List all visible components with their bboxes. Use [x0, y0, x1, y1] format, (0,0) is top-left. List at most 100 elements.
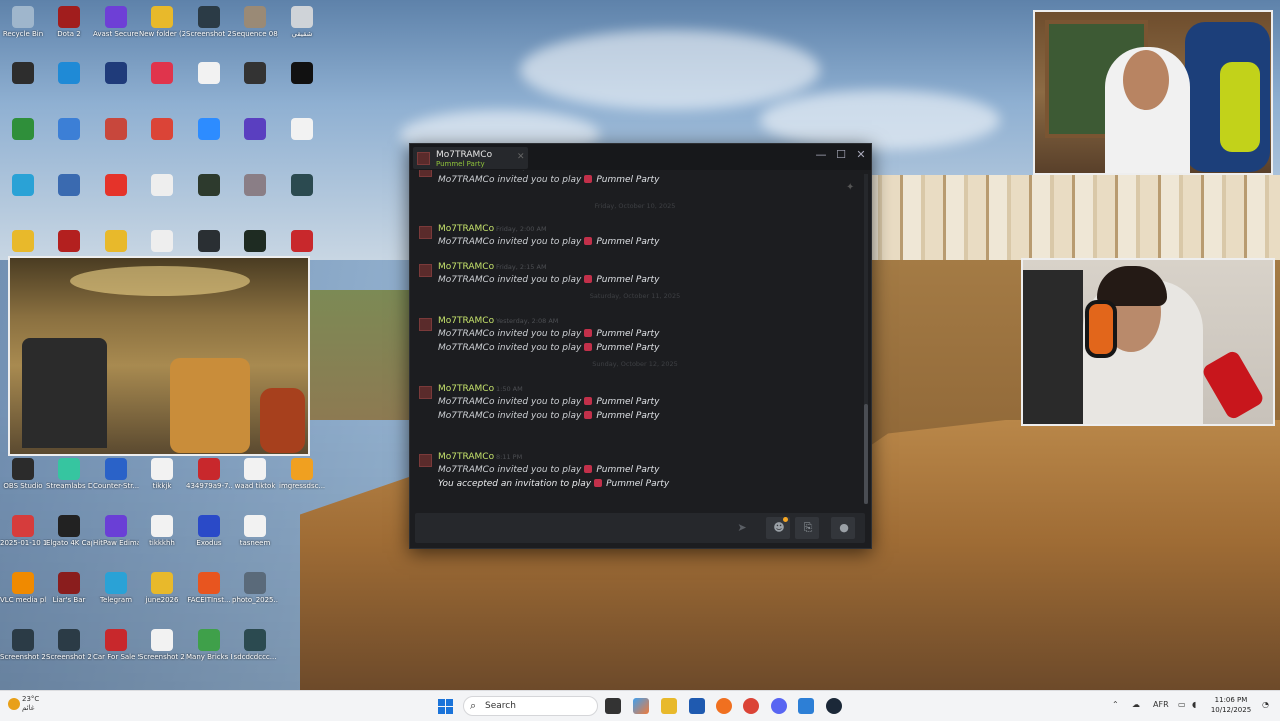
desktop-icon[interactable]: Counter-Str... 2	[93, 456, 139, 490]
desktop-icon[interactable]	[139, 228, 185, 254]
close-button[interactable]: ✕	[854, 148, 868, 161]
close-tab-icon[interactable]: ✕	[517, 152, 525, 162]
desktop-icon[interactable]	[232, 172, 278, 198]
microphone-icon[interactable]: ●	[835, 519, 853, 537]
sender-name[interactable]: Mo7TRAMCo	[438, 384, 494, 394]
desktop-icon[interactable]: OBS Studio	[0, 456, 46, 490]
paperclip-icon[interactable]: ⎘	[799, 519, 817, 537]
desktop-icon[interactable]: Many Bricks Breaker	[186, 627, 232, 661]
chat-scrollbar[interactable]	[864, 174, 868, 504]
browser-icon[interactable]	[716, 698, 732, 714]
notification-bell-icon[interactable]: ◔	[1262, 700, 1269, 709]
chrome-icon[interactable]	[743, 698, 759, 714]
game-link[interactable]: Pummel Party	[596, 465, 659, 475]
desktop-icon[interactable]	[46, 228, 92, 254]
chat-title-bar[interactable]: Mo7TRAMCo Pummel Party ✕ — ☐ ✕	[410, 144, 871, 170]
desktop-icon[interactable]	[0, 172, 46, 198]
desktop-icon[interactable]: june2026	[139, 570, 185, 604]
start-button[interactable]	[438, 699, 453, 714]
send-icon[interactable]: ➤	[733, 519, 751, 537]
desktop-icon[interactable]: VLC media player	[0, 570, 46, 604]
game-link[interactable]: Pummel Party	[596, 275, 659, 285]
desktop-icon[interactable]	[279, 570, 325, 596]
desktop-icon[interactable]	[186, 172, 232, 198]
desktop-icon[interactable]	[139, 60, 185, 86]
desktop-icon[interactable]: HitPaw Edimakor	[93, 513, 139, 547]
friend-avatar[interactable]	[419, 386, 432, 399]
desktop-icon[interactable]: Telegram	[93, 570, 139, 604]
desktop-icon[interactable]	[46, 116, 92, 142]
desktop-icon[interactable]	[93, 60, 139, 86]
desktop-icon[interactable]: Recycle Bin	[0, 4, 46, 38]
desktop-icon[interactable]: New folder (2)	[139, 4, 185, 38]
desktop-icon[interactable]	[279, 228, 325, 254]
desktop-icon[interactable]: Sequence 08_1	[232, 4, 278, 38]
desktop-icon[interactable]: Screenshot 2025-06-28...	[139, 627, 185, 661]
desktop-icon[interactable]	[279, 60, 325, 86]
language-indicator[interactable]: AFR	[1153, 700, 1169, 709]
sender-name[interactable]: Mo7TRAMCo	[438, 316, 494, 326]
game-link[interactable]: Pummel Party	[596, 237, 659, 247]
desktop-icon[interactable]: Liar's Bar	[46, 570, 92, 604]
chat-tab[interactable]: Mo7TRAMCo Pummel Party ✕	[413, 147, 528, 169]
taskbar-clock[interactable]: 11:06 PM 10/12/2025	[1206, 695, 1256, 715]
taskbar-search[interactable]: ⌕ Search	[463, 696, 598, 716]
sender-name[interactable]: Mo7TRAMCo	[438, 262, 494, 272]
desktop-icon[interactable]	[139, 172, 185, 198]
desktop-icon[interactable]	[232, 60, 278, 86]
tray-overflow-icon[interactable]: ⌃	[1112, 700, 1119, 709]
game-link[interactable]: Pummel Party	[596, 343, 659, 353]
desktop-icon[interactable]: tikkjk	[139, 456, 185, 490]
desktop-icon[interactable]: Dota 2	[46, 4, 92, 38]
store-icon[interactable]	[689, 698, 705, 714]
game-link[interactable]: Pummel Party	[606, 479, 669, 489]
file-explorer-icon[interactable]	[661, 698, 677, 714]
desktop-icon[interactable]	[0, 116, 46, 142]
desktop-icon[interactable]: sdcdcdccc...	[232, 627, 278, 661]
desktop-icon[interactable]: Streamlabs Desktop	[46, 456, 92, 490]
desktop-icon[interactable]	[232, 116, 278, 142]
desktop-icon[interactable]: Screenshot 2025-0...	[186, 4, 232, 38]
desktop-icon[interactable]: Elgato 4K Capture...	[46, 513, 92, 547]
network-icon[interactable]: ▭	[1178, 700, 1186, 709]
desktop-icon[interactable]	[46, 172, 92, 198]
maximize-button[interactable]: ☐	[834, 148, 848, 161]
copilot-icon[interactable]	[633, 698, 649, 714]
desktop-icon[interactable]	[0, 60, 46, 86]
game-link[interactable]: Pummel Party	[596, 397, 659, 407]
desktop-icon[interactable]	[0, 228, 46, 254]
game-link[interactable]: Pummel Party	[596, 175, 659, 185]
desktop-icon[interactable]: FACEITInst...	[186, 570, 232, 604]
desktop-icon[interactable]	[232, 228, 278, 254]
sender-name[interactable]: Mo7TRAMCo	[438, 170, 494, 172]
desktop-icon[interactable]: waad tiktok	[232, 456, 278, 490]
desktop-icon[interactable]: Exodus	[186, 513, 232, 547]
desktop-icon[interactable]	[186, 228, 232, 254]
sender-name[interactable]: Mo7TRAMCo	[438, 224, 494, 234]
desktop-icon[interactable]	[186, 116, 232, 142]
desktop-icon[interactable]: Screenshot 2025-09-...	[46, 627, 92, 661]
desktop-icon[interactable]: 434979a9-7...	[186, 456, 232, 490]
sender-name[interactable]: Mo7TRAMCo	[438, 452, 494, 462]
desktop-icon[interactable]	[139, 116, 185, 142]
desktop-icon[interactable]: tasneem	[232, 513, 278, 547]
game-link[interactable]: Pummel Party	[596, 411, 659, 421]
emoji-icon[interactable]: ☻	[770, 519, 788, 537]
scrollbar-thumb[interactable]	[864, 404, 868, 504]
friend-avatar[interactable]	[419, 264, 432, 277]
desktop-icon[interactable]: Avast Secure Browser	[93, 4, 139, 38]
desktop-icon[interactable]: imgressdsc...	[279, 456, 325, 490]
volume-icon[interactable]: ◖	[1192, 700, 1196, 709]
chat-log[interactable]: ✦ Mo7TRAMCoThursday, 2:30 PMMo7TRAMCo in…	[410, 170, 865, 510]
friend-avatar[interactable]	[419, 226, 432, 239]
friend-avatar[interactable]	[419, 170, 432, 177]
desktop-icon[interactable]: شقيقي	[279, 4, 325, 38]
desktop-icon[interactable]	[279, 116, 325, 142]
weather-icon[interactable]	[8, 698, 20, 710]
task-view-icon[interactable]	[605, 698, 621, 714]
desktop-icon[interactable]: Screenshot 2025-09-08...	[0, 627, 46, 661]
desktop-icon[interactable]	[93, 116, 139, 142]
cloud-icon[interactable]: ☁	[1132, 700, 1140, 709]
desktop-icon[interactable]	[279, 513, 325, 539]
desktop-icon[interactable]	[93, 172, 139, 198]
